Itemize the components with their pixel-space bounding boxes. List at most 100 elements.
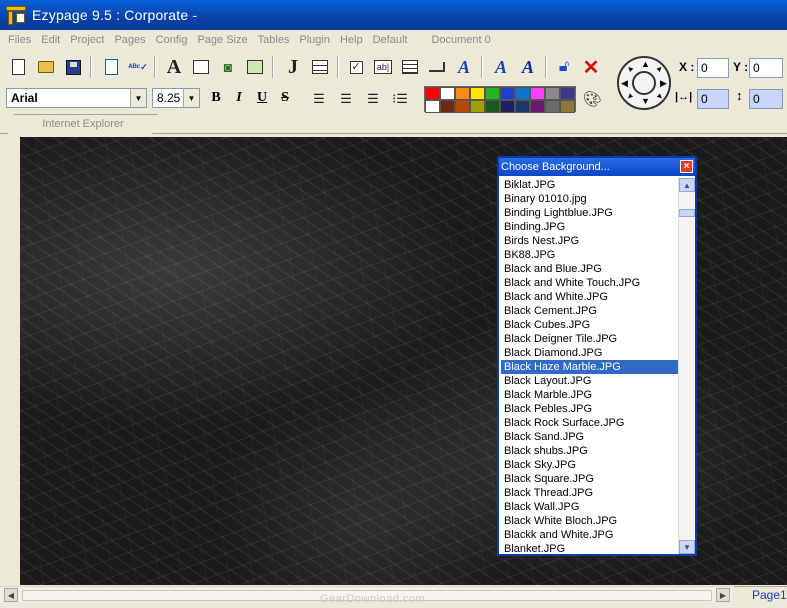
- color-swatch[interactable]: [455, 100, 470, 113]
- color-swatch[interactable]: [530, 87, 545, 100]
- scroll-thumb[interactable]: [679, 209, 695, 217]
- checkbox-icon[interactable]: ✓: [344, 55, 368, 79]
- save-disk-icon[interactable]: [61, 55, 85, 79]
- compass-center[interactable]: [632, 71, 656, 95]
- list-item[interactable]: Black Square.JPG: [501, 472, 679, 486]
- align-right-icon[interactable]: ☰: [361, 87, 385, 111]
- delete-icon[interactable]: ✕: [579, 55, 603, 79]
- menu-document[interactable]: Document 0: [426, 34, 495, 46]
- arrow-down-icon[interactable]: ▼: [641, 96, 650, 106]
- list-item[interactable]: Black shubs.JPG: [501, 444, 679, 458]
- color-swatch[interactable]: [545, 100, 560, 113]
- color-swatch[interactable]: [545, 87, 560, 100]
- list-item[interactable]: Blanket.JPG: [501, 542, 679, 554]
- list-item[interactable]: Black Diamond.JPG: [501, 346, 679, 360]
- color-swatch[interactable]: [455, 87, 470, 100]
- background-list[interactable]: Biklat.JPG Binary 01010.jpg Binding Lightb…: [501, 178, 679, 554]
- script-icon[interactable]: J: [281, 55, 305, 79]
- list-item[interactable]: Black and White.JPG: [501, 290, 679, 304]
- bold-button[interactable]: B: [206, 87, 226, 109]
- menu-page-size[interactable]: Page Size: [192, 34, 252, 46]
- color-swatch[interactable]: [425, 100, 440, 113]
- color-swatch[interactable]: [470, 100, 485, 113]
- chevron-down-icon[interactable]: ▼: [130, 89, 146, 107]
- list-item[interactable]: Black Layout.JPG: [501, 374, 679, 388]
- color-swatch[interactable]: [500, 100, 515, 113]
- list-item[interactable]: Black Cubes.JPG: [501, 318, 679, 332]
- menu-plugin[interactable]: Plugin: [294, 34, 335, 46]
- list-item[interactable]: Biklat.JPG: [501, 178, 679, 192]
- open-folder-icon[interactable]: [34, 55, 58, 79]
- menu-files[interactable]: Files: [3, 34, 36, 46]
- text-icon[interactable]: A: [162, 55, 186, 79]
- list-item[interactable]: Black Pebles.JPG: [501, 402, 679, 416]
- list-item[interactable]: Black and Blue.JPG: [501, 262, 679, 276]
- color-picker-icon[interactable]: 🎨︎: [580, 87, 604, 111]
- font-size-select[interactable]: 8.25 ▼: [152, 88, 200, 108]
- menu-config[interactable]: Config: [151, 34, 193, 46]
- color-swatch[interactable]: [515, 100, 530, 113]
- underline-button[interactable]: U: [252, 87, 272, 109]
- strikethrough-button[interactable]: S: [275, 87, 295, 109]
- unlock-icon[interactable]: 🔓︎: [552, 55, 576, 79]
- color-swatch[interactable]: [440, 87, 455, 100]
- list-item[interactable]: Black Sky.JPG: [501, 458, 679, 472]
- text-field-icon[interactable]: ab|: [371, 55, 395, 79]
- listbox-icon[interactable]: [398, 55, 422, 79]
- list-item[interactable]: Black Thread.JPG: [501, 486, 679, 500]
- list-item[interactable]: Birds Nest.JPG: [501, 234, 679, 248]
- list-item[interactable]: Black Sand.JPG: [501, 430, 679, 444]
- list-item[interactable]: BK88.JPG: [501, 248, 679, 262]
- font-style-icon[interactable]: A: [452, 55, 476, 79]
- list-item[interactable]: Black Marble.JPG: [501, 388, 679, 402]
- table-icon[interactable]: [308, 55, 332, 79]
- list-item[interactable]: Black White Bloch.JPG: [501, 514, 679, 528]
- arrow-up-icon[interactable]: ▲: [641, 59, 650, 69]
- menu-default[interactable]: Default: [368, 34, 413, 46]
- color-swatch[interactable]: [560, 87, 575, 100]
- color-swatch[interactable]: [560, 100, 575, 113]
- height-field[interactable]: 0: [749, 89, 783, 109]
- scroll-up-icon[interactable]: ▲: [679, 178, 695, 192]
- picture-frame-icon[interactable]: [243, 55, 267, 79]
- align-center-icon[interactable]: ☰: [334, 87, 358, 111]
- font-select[interactable]: Arial ▼: [6, 88, 147, 108]
- x-field[interactable]: 0: [697, 58, 729, 78]
- color-swatch[interactable]: [485, 87, 500, 100]
- spellcheck-icon[interactable]: ᴬᴮᶜ✓: [126, 55, 150, 79]
- scroll-right-icon[interactable]: ▶: [716, 588, 730, 602]
- list-item[interactable]: Black Deigner Tile.JPG: [501, 332, 679, 346]
- align-left-icon[interactable]: ☰: [307, 87, 331, 111]
- new-page-icon[interactable]: [6, 55, 30, 79]
- list-item[interactable]: Black and White Touch.JPG: [501, 276, 679, 290]
- tab-internet-explorer[interactable]: Internet Explorer: [8, 114, 158, 134]
- textbox-icon[interactable]: [189, 55, 213, 79]
- list-item[interactable]: Black Cement.JPG: [501, 304, 679, 318]
- list-item[interactable]: Binding Lightblue.JPG: [501, 206, 679, 220]
- scroll-down-icon[interactable]: ▼: [679, 540, 695, 554]
- dialog-scrollbar[interactable]: ▲ ▼: [678, 178, 695, 554]
- bullet-list-icon[interactable]: ⁝☰: [388, 87, 412, 111]
- color-swatch[interactable]: [440, 100, 455, 113]
- menu-edit[interactable]: Edit: [36, 34, 65, 46]
- list-item[interactable]: Black Wall.JPG: [501, 500, 679, 514]
- width-field[interactable]: 0: [697, 89, 729, 109]
- chevron-down-icon[interactable]: ▼: [183, 89, 199, 107]
- image-icon[interactable]: ◙: [216, 55, 240, 79]
- list-item[interactable]: Black Haze Marble.JPG: [501, 360, 679, 374]
- color-swatch[interactable]: [515, 87, 530, 100]
- arrow-down-left-icon[interactable]: ▼: [624, 91, 636, 103]
- menu-tables[interactable]: Tables: [253, 34, 295, 46]
- arrow-up-left-icon[interactable]: ▲: [624, 63, 636, 75]
- y-field[interactable]: 0: [749, 58, 783, 78]
- menu-help[interactable]: Help: [335, 34, 368, 46]
- color-palette[interactable]: [424, 86, 576, 113]
- page-indicator[interactable]: Page1: [734, 586, 787, 604]
- text-shadow-icon[interactable]: A: [516, 55, 540, 79]
- italic-button[interactable]: I: [229, 87, 249, 109]
- text-effect-icon[interactable]: A: [489, 55, 513, 79]
- list-item[interactable]: Black Rock Surface.JPG: [501, 416, 679, 430]
- arrow-right-icon[interactable]: ▶: [660, 78, 667, 89]
- menu-pages[interactable]: Pages: [109, 34, 150, 46]
- close-icon[interactable]: ×: [680, 160, 693, 173]
